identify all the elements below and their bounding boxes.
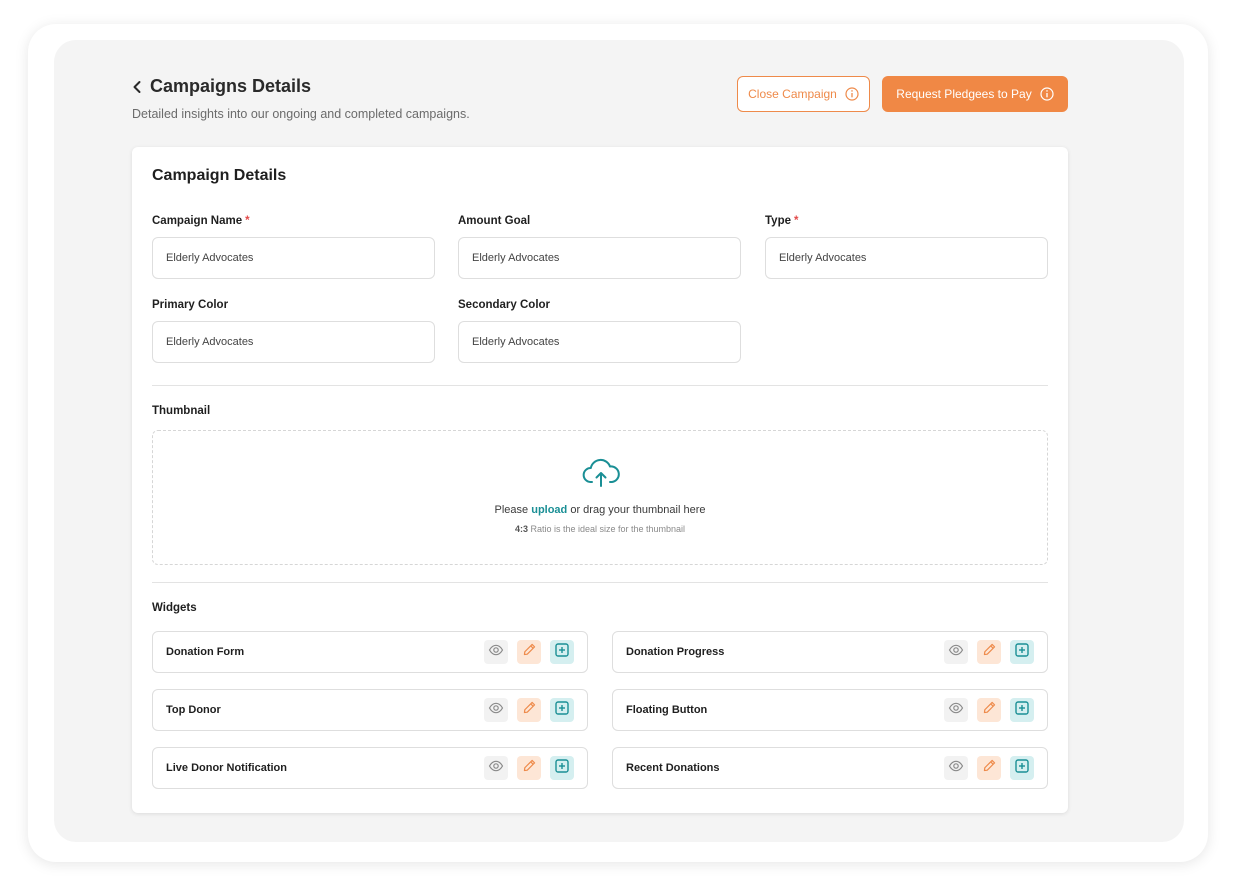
- upload-link[interactable]: upload: [531, 504, 567, 516]
- close-campaign-label: Close Campaign: [748, 87, 837, 101]
- widget-name: Recent Donations: [626, 762, 720, 774]
- field-label: Secondary Color: [458, 299, 551, 311]
- eye-icon: [488, 700, 504, 721]
- thumbnail-label: Thumbnail: [152, 405, 211, 417]
- edit-widget-button[interactable]: [977, 640, 1001, 664]
- pencil-icon: [982, 700, 997, 720]
- widget-name: Donation Form: [166, 646, 245, 658]
- plus-square-icon: [1014, 700, 1030, 721]
- pencil-icon: [982, 758, 997, 778]
- divider: [152, 385, 1048, 386]
- edit-widget-button[interactable]: [977, 756, 1001, 780]
- secondary-color-input[interactable]: [458, 321, 741, 363]
- widget-actions: [944, 698, 1047, 722]
- view-widget-button[interactable]: [944, 756, 968, 780]
- ratio-hint: 4:3 Ratio is the ideal size for the thum…: [514, 524, 686, 534]
- primary-color-input[interactable]: [152, 321, 435, 363]
- widget-actions: [484, 698, 587, 722]
- pencil-icon: [522, 700, 537, 720]
- edit-widget-button[interactable]: [517, 698, 541, 722]
- widget-actions: [944, 756, 1047, 780]
- header-actions: Close Campaign Request Pledgees to Pay: [737, 76, 1068, 112]
- view-widget-button[interactable]: [944, 698, 968, 722]
- field-label: Amount Goal: [458, 215, 531, 227]
- cloud-upload-icon: [582, 458, 620, 487]
- add-widget-button[interactable]: [1010, 640, 1034, 664]
- page-header: Campaigns Details Detailed insights into…: [132, 76, 1068, 136]
- edit-widget-button[interactable]: [517, 640, 541, 664]
- divider: [152, 582, 1048, 583]
- widget-actions: [484, 756, 587, 780]
- request-pledgees-button[interactable]: Request Pledgees to Pay: [882, 76, 1068, 112]
- widget-row: Live Donor Notification: [152, 747, 588, 789]
- widgets-label: Widgets: [152, 602, 197, 614]
- type-field: Type *: [765, 215, 1048, 279]
- secondary-color-field: Secondary Color: [458, 299, 741, 363]
- eye-icon: [948, 700, 964, 721]
- add-widget-button[interactable]: [550, 640, 574, 664]
- close-campaign-button[interactable]: Close Campaign: [737, 76, 870, 112]
- pencil-icon: [522, 758, 537, 778]
- add-widget-button[interactable]: [550, 698, 574, 722]
- campaign-name-field: Campaign Name *: [152, 215, 435, 279]
- eye-icon: [948, 642, 964, 663]
- edit-widget-button[interactable]: [977, 698, 1001, 722]
- campaign-details-card: Campaign Details Campaign Name* Amount G…: [132, 147, 1068, 813]
- pencil-icon: [522, 642, 537, 662]
- widget-name: Top Donor: [166, 704, 221, 716]
- plus-square-icon: [554, 700, 570, 721]
- field-label: Primary Color: [152, 299, 229, 311]
- upload-instructions: Please upload or drag your thumbnail her…: [494, 504, 706, 516]
- amount-goal-field: Amount Goal: [458, 215, 741, 279]
- amount-goal-input[interactable]: [458, 237, 741, 279]
- eye-icon: [488, 642, 504, 663]
- plus-square-icon: [554, 758, 570, 779]
- add-widget-button[interactable]: [1010, 756, 1034, 780]
- widget-row: Recent Donations: [612, 747, 1048, 789]
- thumbnail-dropzone[interactable]: Please upload or drag your thumbnail her…: [152, 430, 1048, 565]
- edit-widget-button[interactable]: [517, 756, 541, 780]
- info-icon: [1040, 87, 1054, 101]
- content-panel: Campaigns Details Detailed insights into…: [54, 40, 1184, 842]
- chevron-left-icon[interactable]: [132, 80, 142, 94]
- widget-row: Floating Button: [612, 689, 1048, 731]
- campaign-name-input[interactable]: [152, 237, 435, 279]
- primary-color-field: Primary Color: [152, 299, 435, 363]
- pencil-icon: [982, 642, 997, 662]
- add-widget-button[interactable]: [1010, 698, 1034, 722]
- view-widget-button[interactable]: [944, 640, 968, 664]
- view-widget-button[interactable]: [484, 698, 508, 722]
- widget-name: Floating Button: [626, 704, 708, 716]
- widget-actions: [944, 640, 1047, 664]
- widget-row: Donation Progress: [612, 631, 1048, 673]
- field-label: Campaign Name *: [152, 215, 250, 227]
- widget-actions: [484, 640, 587, 664]
- widget-name: Donation Progress: [626, 646, 725, 658]
- widget-row: Top Donor: [152, 689, 588, 731]
- eye-icon: [948, 758, 964, 779]
- outer-frame: Campaigns Details Detailed insights into…: [28, 24, 1208, 862]
- widget-row: Donation Form: [152, 631, 588, 673]
- plus-square-icon: [1014, 642, 1030, 663]
- type-input[interactable]: [765, 237, 1048, 279]
- view-widget-button[interactable]: [484, 640, 508, 664]
- info-icon: [845, 87, 859, 101]
- plus-square-icon: [1014, 758, 1030, 779]
- widget-name: Live Donor Notification: [166, 762, 287, 774]
- page-title: Campaigns Details: [150, 76, 312, 96]
- add-widget-button[interactable]: [550, 756, 574, 780]
- plus-square-icon: [554, 642, 570, 663]
- eye-icon: [488, 758, 504, 779]
- card-title: Campaign Details: [152, 167, 287, 184]
- view-widget-button[interactable]: [484, 756, 508, 780]
- request-pledgees-label: Request Pledgees to Pay: [896, 87, 1032, 101]
- field-label: Type *: [765, 215, 799, 227]
